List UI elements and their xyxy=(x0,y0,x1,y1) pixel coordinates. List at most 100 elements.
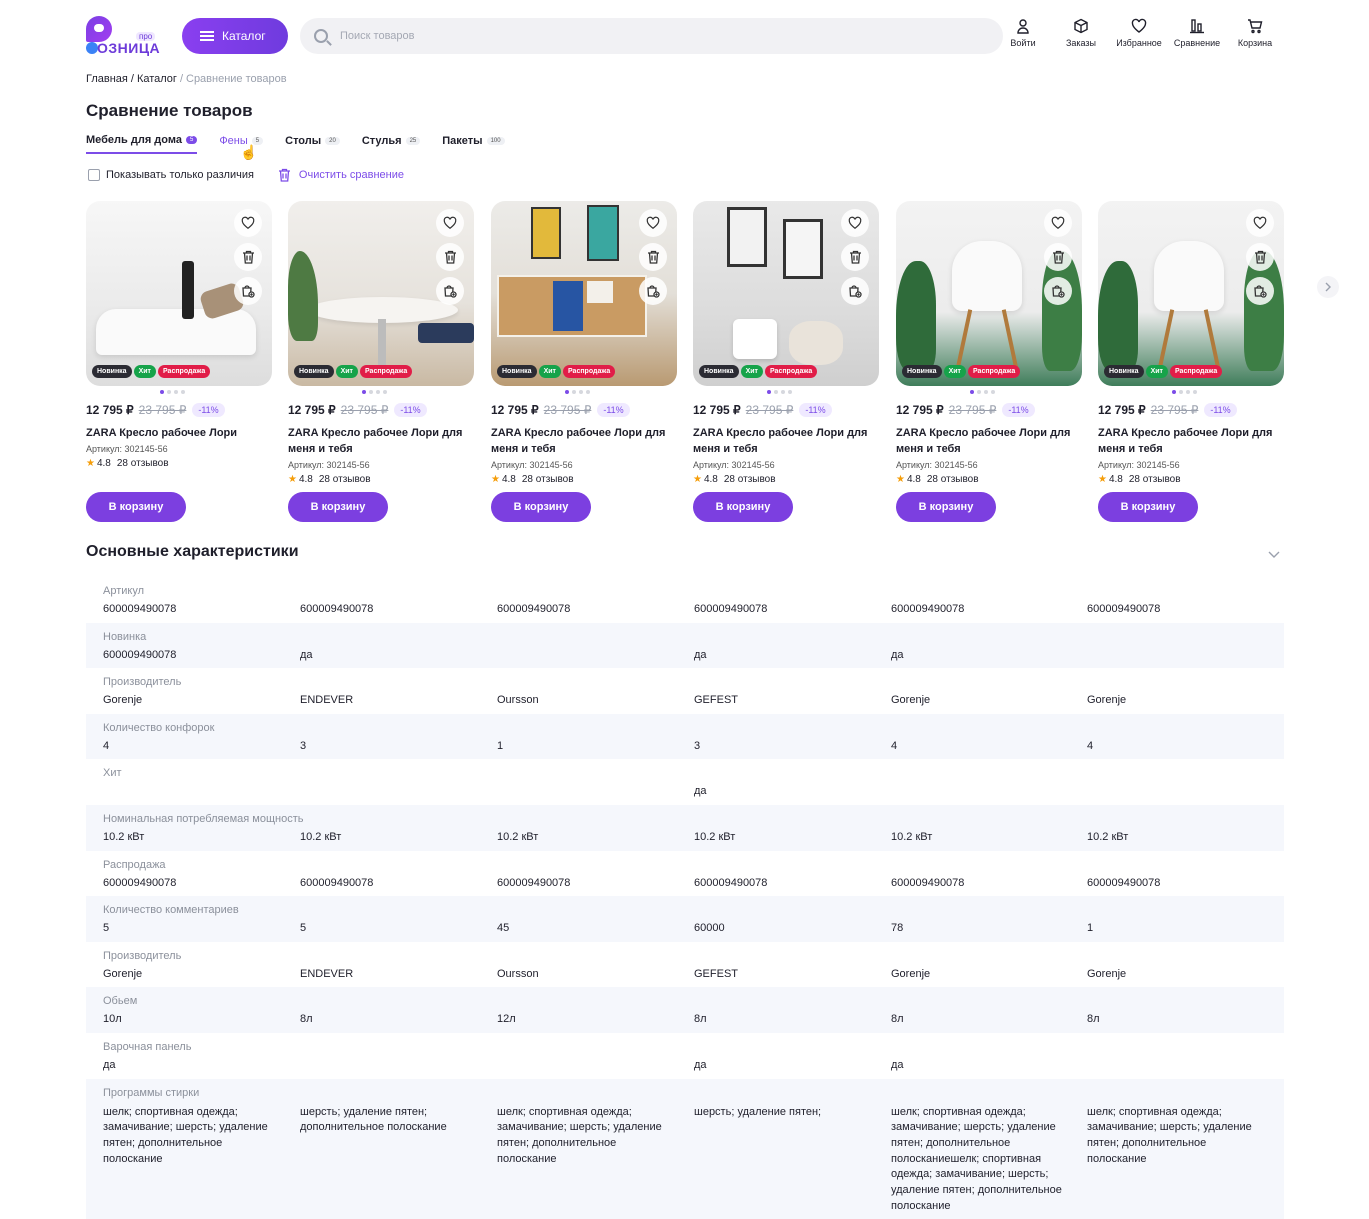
favorite-button[interactable] xyxy=(234,209,262,237)
spec-value: 1 xyxy=(1087,922,1094,935)
product-name[interactable]: ZARA Кресло рабочее Лори для меня и тебя xyxy=(491,425,675,457)
pagination-dot[interactable] xyxy=(781,390,785,394)
favorite-button[interactable] xyxy=(1044,209,1072,237)
breadcrumb-catalog[interactable]: Каталог xyxy=(137,73,177,85)
search-input[interactable] xyxy=(340,30,940,42)
pagination-dot[interactable] xyxy=(977,390,981,394)
login-label: Войти xyxy=(1010,38,1036,48)
login-button[interactable]: Войти xyxy=(994,18,1052,48)
pagination-dot[interactable] xyxy=(767,390,771,394)
add-to-cart-button[interactable]: В корзину xyxy=(491,492,591,522)
pagination-dot[interactable] xyxy=(565,390,569,394)
product-name[interactable]: ZARA Кресло рабочее Лори для меня и тебя xyxy=(693,425,877,457)
pagination-dot[interactable] xyxy=(1186,390,1190,394)
reviews-count[interactable]: 28 отзывов xyxy=(724,474,776,485)
pagination-dot[interactable] xyxy=(174,390,178,394)
spec-value: 600009490078 xyxy=(103,648,177,661)
reviews-count[interactable]: 28 отзывов xyxy=(927,474,979,485)
reviews-count[interactable]: 28 отзывов xyxy=(522,474,574,485)
remove-button[interactable] xyxy=(436,243,464,271)
breadcrumb-separator: / xyxy=(179,73,183,85)
add-to-cart-icon-button[interactable] xyxy=(1044,277,1072,305)
breadcrumb-home[interactable]: Главная xyxy=(86,73,128,85)
carousel-next-button[interactable] xyxy=(1317,276,1339,298)
pagination-dot[interactable] xyxy=(572,390,576,394)
product-card: Новинка Хит Распродажа 12 795 ₽ 23 795 ₽… xyxy=(1098,201,1284,531)
product-badges: Новинка Хит Распродажа xyxy=(699,365,818,378)
add-to-cart-button[interactable]: В корзину xyxy=(288,492,388,522)
pagination-dot[interactable] xyxy=(167,390,171,394)
remove-button[interactable] xyxy=(1044,243,1072,271)
favorites-button[interactable]: Избранное xyxy=(1110,18,1168,48)
logo[interactable]: ОЗНИЦА про xyxy=(86,16,160,56)
remove-button[interactable] xyxy=(841,243,869,271)
pagination-dot[interactable] xyxy=(970,390,974,394)
trash-icon xyxy=(278,168,290,182)
favorite-button[interactable] xyxy=(841,209,869,237)
product-badges: Новинка Хит Распродажа xyxy=(92,365,211,378)
pagination-dot[interactable] xyxy=(160,390,164,394)
reviews-count[interactable]: 28 отзывов xyxy=(117,458,169,469)
product-rating: ★ 4.8 28 отзывов xyxy=(288,474,371,485)
tab-tables[interactable]: Столы 20 xyxy=(285,134,340,154)
reviews-count[interactable]: 28 отзывов xyxy=(319,474,371,485)
remove-button[interactable] xyxy=(639,243,667,271)
favorite-button[interactable] xyxy=(436,209,464,237)
pagination-dot[interactable] xyxy=(1172,390,1176,394)
only-differences-label[interactable]: Показывать только различия xyxy=(106,169,254,181)
clear-compare-button[interactable]: Очистить сравнение xyxy=(278,168,404,182)
image-pagination xyxy=(565,390,590,394)
pagination-dot[interactable] xyxy=(788,390,792,394)
product-name[interactable]: ZARA Кресло рабочее Лори для меня и тебя xyxy=(1098,425,1282,457)
favorite-button[interactable] xyxy=(639,209,667,237)
pagination-dot[interactable] xyxy=(383,390,387,394)
spec-row: Количество комментариев 5 5 45 60000 78 … xyxy=(86,896,1284,942)
pagination-dot[interactable] xyxy=(376,390,380,394)
add-to-cart-icon-button[interactable] xyxy=(639,277,667,305)
favorite-button[interactable] xyxy=(1246,209,1274,237)
add-to-cart-button[interactable]: В корзину xyxy=(896,492,996,522)
tab-chairs[interactable]: Стулья 25 xyxy=(362,134,421,154)
add-to-cart-icon-button[interactable] xyxy=(841,277,869,305)
orders-label: Заказы xyxy=(1065,38,1097,48)
tab-bags[interactable]: Пакеты 100 xyxy=(442,134,505,154)
orders-button[interactable]: Заказы xyxy=(1052,18,1110,48)
add-to-cart-button[interactable]: В корзину xyxy=(693,492,793,522)
compare-button[interactable]: Сравнение xyxy=(1168,18,1226,48)
product-name[interactable]: ZARA Кресло рабочее Лори для меня и тебя xyxy=(896,425,1080,457)
add-to-cart-button[interactable]: В корзину xyxy=(1098,492,1198,522)
cart-button[interactable]: Корзина xyxy=(1226,18,1284,48)
remove-button[interactable] xyxy=(234,243,262,271)
pagination-dot[interactable] xyxy=(579,390,583,394)
pagination-dot[interactable] xyxy=(586,390,590,394)
specs-collapse-button[interactable] xyxy=(1268,548,1280,562)
tab-furniture[interactable]: Мебель для дома 5 xyxy=(86,134,198,154)
add-to-cart-icon-button[interactable] xyxy=(234,277,262,305)
catalog-button[interactable]: Каталог xyxy=(182,18,288,54)
product-card: Новинка Хит Распродажа 12 795 ₽ 23 795 ₽… xyxy=(896,201,1082,531)
spec-row: Номинальная потребляемая мощность 10.2 к… xyxy=(86,804,1284,851)
product-sku: Артикул: 302145-56 xyxy=(491,460,573,470)
product-name[interactable]: ZARA Кресло рабочее Лори для меня и тебя xyxy=(288,425,472,457)
pagination-dot[interactable] xyxy=(1193,390,1197,394)
badge-sale: Распродажа xyxy=(764,365,818,378)
product-name[interactable]: ZARA Кресло рабочее Лори xyxy=(86,425,270,441)
add-to-cart-icon-button[interactable] xyxy=(436,277,464,305)
pagination-dot[interactable] xyxy=(362,390,366,394)
pagination-dot[interactable] xyxy=(181,390,185,394)
add-to-cart-button[interactable]: В корзину xyxy=(86,492,186,522)
image-pagination xyxy=(362,390,387,394)
spec-value: Gorenje xyxy=(103,967,143,980)
add-to-cart-icon-button[interactable] xyxy=(1246,277,1274,305)
discount-badge: -11% xyxy=(192,403,225,417)
pagination-dot[interactable] xyxy=(369,390,373,394)
trash-icon xyxy=(242,250,254,264)
rating-value: 4.8 xyxy=(703,474,718,485)
reviews-count[interactable]: 28 отзывов xyxy=(1129,474,1181,485)
pagination-dot[interactable] xyxy=(984,390,988,394)
pagination-dot[interactable] xyxy=(1179,390,1183,394)
pagination-dot[interactable] xyxy=(774,390,778,394)
pagination-dot[interactable] xyxy=(991,390,995,394)
remove-button[interactable] xyxy=(1246,243,1274,271)
only-differences-checkbox[interactable] xyxy=(88,169,100,181)
